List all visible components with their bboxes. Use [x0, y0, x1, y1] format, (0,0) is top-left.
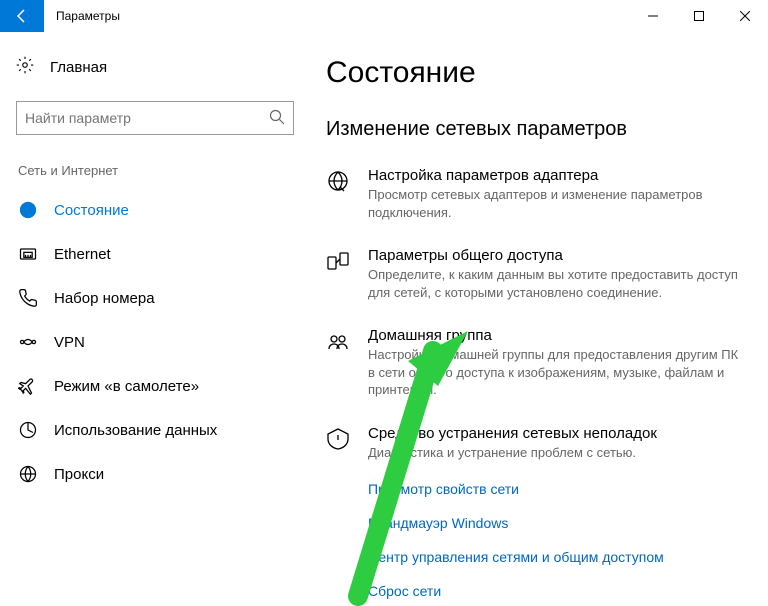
phone-icon — [18, 288, 38, 308]
sidebar-item-label: Состояние — [54, 202, 129, 219]
sidebar-item-status[interactable]: Состояние — [16, 188, 294, 232]
setting-name: Параметры общего доступа — [368, 247, 748, 264]
home-label: Главная — [50, 59, 107, 76]
minimize-icon — [648, 11, 658, 21]
sidebar-item-proxy[interactable]: Прокси — [16, 452, 294, 496]
link-network-center[interactable]: Центр управления сетями и общим доступом — [368, 549, 748, 565]
maximize-button[interactable] — [676, 0, 722, 32]
sidebar-item-airplane[interactable]: Режим «в самолете» — [16, 364, 294, 408]
close-icon — [740, 11, 750, 21]
setting-desc: Настройка домашней группы для предоставл… — [368, 346, 748, 399]
ethernet-icon — [18, 244, 38, 264]
sidebar-item-vpn[interactable]: VPN — [16, 320, 294, 364]
setting-homegroup[interactable]: Домашняя группа Настройка домашней групп… — [326, 327, 748, 399]
section-title: Изменение сетевых параметров — [326, 118, 748, 141]
sidebar-item-label: Прокси — [54, 466, 104, 483]
setting-desc: Определите, к каким данным вы хотите пре… — [368, 266, 748, 301]
troubleshoot-icon — [326, 427, 350, 451]
link-network-reset[interactable]: Сброс сети — [368, 583, 748, 599]
link-firewall[interactable]: Брандмауэр Windows — [368, 515, 748, 531]
link-network-properties[interactable]: Просмотр свойств сети — [368, 481, 748, 497]
sidebar-item-dialup[interactable]: Набор номера — [16, 276, 294, 320]
sidebar-item-label: Использование данных — [54, 422, 217, 439]
adapter-icon — [326, 169, 350, 193]
homegroup-icon — [326, 329, 350, 353]
window-controls — [630, 0, 768, 32]
titlebar: Параметры — [0, 0, 768, 32]
maximize-icon — [694, 11, 704, 21]
search-box[interactable] — [16, 101, 294, 135]
setting-name: Средство устранения сетевых неполадок — [368, 425, 748, 442]
gear-icon — [16, 56, 34, 79]
sidebar-item-label: Набор номера — [54, 290, 155, 307]
main-content: Состояние Изменение сетевых параметров Н… — [310, 32, 768, 606]
sidebar-item-label: VPN — [54, 334, 85, 351]
sidebar-item-label: Ethernet — [54, 246, 111, 263]
airplane-icon — [18, 376, 38, 396]
sidebar-item-ethernet[interactable]: Ethernet — [16, 232, 294, 276]
setting-sharing[interactable]: Параметры общего доступа Определите, к к… — [326, 247, 748, 301]
setting-troubleshoot[interactable]: Средство устранения сетевых неполадок Ди… — [326, 425, 748, 462]
proxy-icon — [18, 464, 38, 484]
search-icon — [269, 109, 285, 128]
close-button[interactable] — [722, 0, 768, 32]
setting-name: Настройка параметров адаптера — [368, 167, 748, 184]
back-button[interactable] — [0, 0, 44, 32]
setting-adapter[interactable]: Настройка параметров адаптера Просмотр с… — [326, 167, 748, 221]
setting-name: Домашняя группа — [368, 327, 748, 344]
status-icon — [18, 200, 38, 220]
home-button[interactable]: Главная — [16, 50, 294, 85]
app-title: Параметры — [56, 9, 120, 23]
vpn-icon — [18, 332, 38, 352]
link-list: Просмотр свойств сети Брандмауэр Windows… — [368, 481, 748, 599]
sidebar: Главная Сеть и Интернет Состояние Ethern… — [0, 32, 310, 606]
search-input[interactable] — [25, 110, 269, 126]
arrow-left-icon — [14, 8, 30, 24]
setting-desc: Просмотр сетевых адаптеров и изменение п… — [368, 186, 748, 221]
data-usage-icon — [18, 420, 38, 440]
sharing-icon — [326, 249, 350, 273]
setting-desc: Диагностика и устранение проблем с сетью… — [368, 444, 748, 462]
sidebar-item-datausage[interactable]: Использование данных — [16, 408, 294, 452]
sidebar-item-label: Режим «в самолете» — [54, 378, 199, 395]
category-header: Сеть и Интернет — [16, 163, 294, 178]
minimize-button[interactable] — [630, 0, 676, 32]
page-title: Состояние — [326, 56, 748, 90]
